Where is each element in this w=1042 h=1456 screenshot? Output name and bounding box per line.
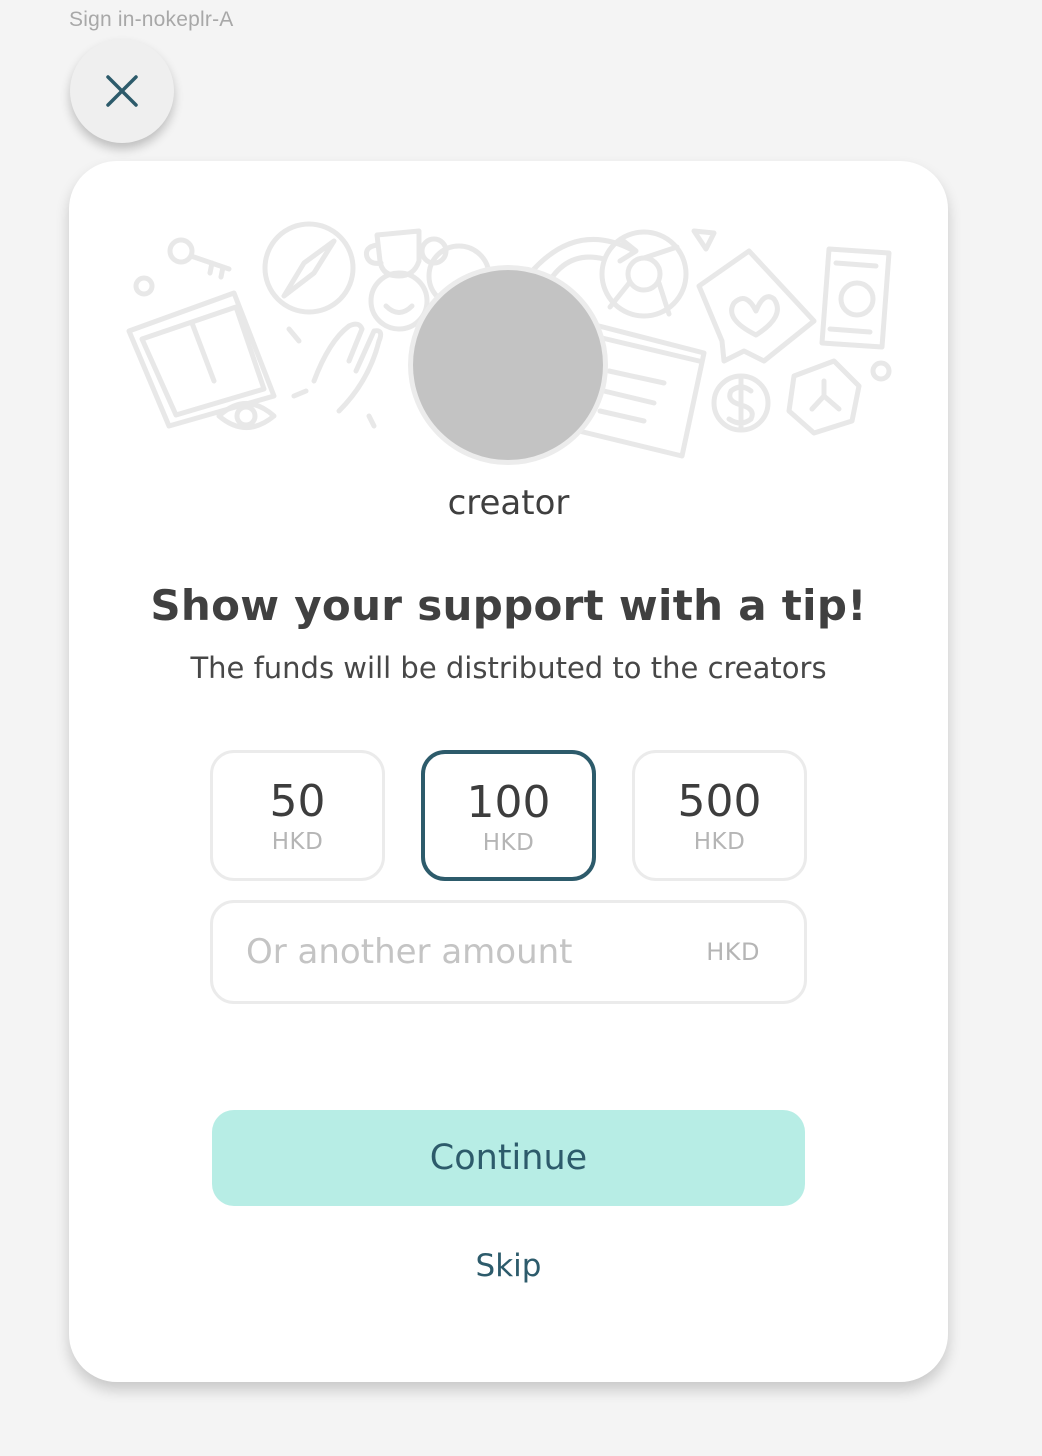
tip-subtext: The funds will be distributed to the cre… [190,651,827,685]
amount-currency: HKD [271,829,324,855]
amount-value: 50 [269,776,326,827]
amount-option-100[interactable]: 100 HKD [421,750,596,881]
amount-value: 500 [677,776,762,827]
amount-currency: HKD [693,829,746,855]
amount-option-500[interactable]: 500 HKD [632,750,807,881]
amount-currency: HKD [482,830,535,856]
amount-option-50[interactable]: 50 HKD [210,750,385,881]
amount-value: 100 [466,777,551,828]
continue-button[interactable]: Continue [212,1110,805,1206]
creator-avatar [408,265,608,465]
skip-link[interactable]: Skip [69,1248,948,1284]
custom-amount-input[interactable] [213,931,707,973]
tip-heading: Show your support with a tip! [150,581,867,630]
close-icon [106,75,138,107]
tip-card: creator Show your support with a tip! Th… [69,161,948,1382]
custom-amount-currency: HKD [706,938,760,966]
frame-label: Sign in-nokeplr-A [69,8,234,31]
close-button[interactable] [70,39,174,143]
creator-name: creator [447,483,570,523]
custom-amount-field: HKD [210,900,807,1004]
